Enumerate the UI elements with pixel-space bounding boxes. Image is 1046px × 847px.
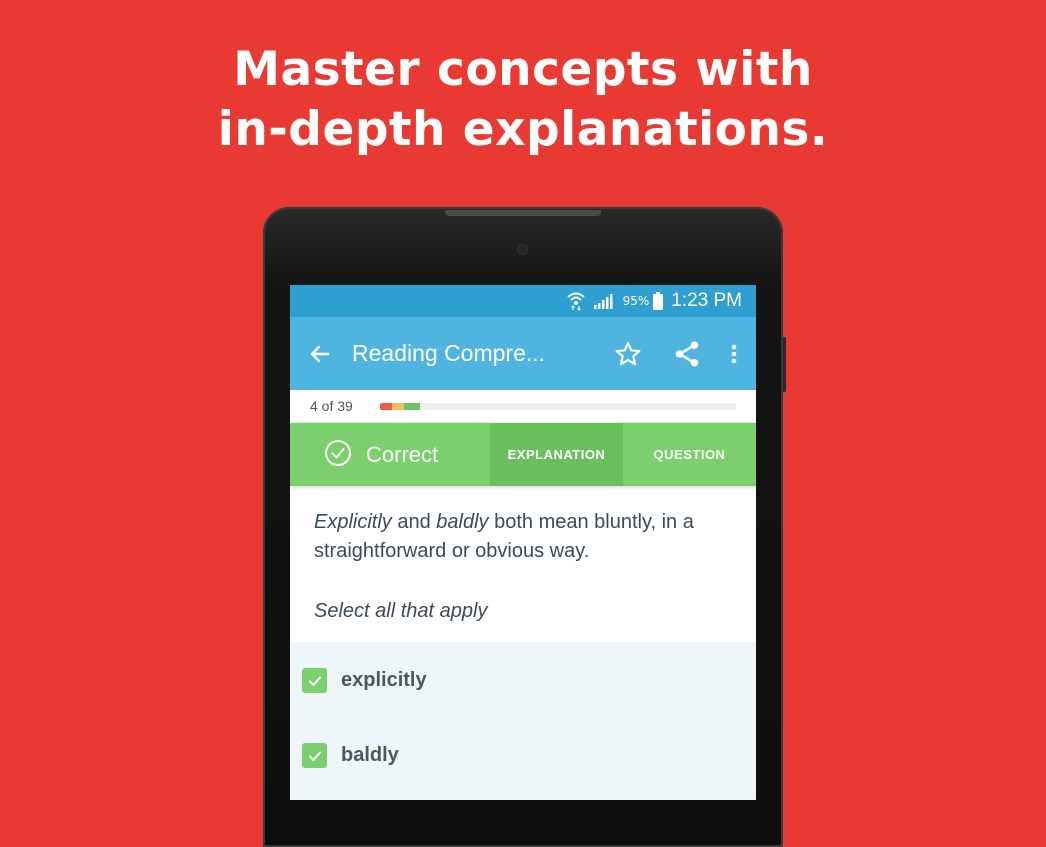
battery-icon <box>653 292 664 310</box>
instruction-text: Select all that apply <box>314 600 488 622</box>
progress-row: 4 of 39 <box>290 390 756 423</box>
tablet-speaker <box>445 210 601 216</box>
wifi-icon <box>566 291 585 311</box>
star-icon[interactable] <box>614 340 642 368</box>
headline-line-1: Master concepts with <box>233 42 813 97</box>
question-word-1: Explicitly <box>314 511 392 533</box>
page-title: Reading Compre... <box>352 340 546 366</box>
app-screen: 95% 1:23 PM Reading Compre... 4 of 39 Co… <box>290 285 756 800</box>
checkbox-checked-icon[interactable] <box>302 668 327 693</box>
progress-segment-partial <box>391 402 404 410</box>
question-content: Explicitly and baldly both mean bluntly,… <box>290 486 756 623</box>
progress-segment-correct <box>411 402 421 410</box>
check-circle-icon <box>324 439 352 471</box>
question-text: Explicitly and baldly both mean bluntly,… <box>314 508 732 566</box>
question-word-2: baldly <box>436 511 489 533</box>
result-status: Correct <box>290 423 490 486</box>
front-camera <box>518 245 527 254</box>
progress-segment-correct <box>403 402 412 410</box>
result-text: Correct <box>366 441 439 467</box>
status-bar: 95% 1:23 PM <box>290 285 756 317</box>
headline: Master concepts with in-depth explanatio… <box>0 40 1046 160</box>
signal-icon <box>593 292 615 310</box>
app-bar: Reading Compre... <box>290 317 756 390</box>
result-bar: Correct EXPLANATION QUESTION <box>290 423 756 486</box>
more-vert-icon[interactable] <box>730 342 738 366</box>
answer-option[interactable]: baldly <box>302 743 399 768</box>
headline-line-2: in-depth explanations. <box>217 102 829 157</box>
battery-percent: 95% <box>622 294 650 308</box>
answer-list: explicitly baldly <box>290 642 756 800</box>
status-time: 1:23 PM <box>671 290 742 311</box>
progress-bar <box>380 402 736 410</box>
answer-label: explicitly <box>341 669 427 691</box>
back-arrow-icon[interactable] <box>308 342 332 366</box>
checkbox-checked-icon[interactable] <box>302 743 327 768</box>
tab-explanation[interactable]: EXPLANATION <box>490 423 623 486</box>
progress-label: 4 of 39 <box>310 398 353 414</box>
tab-question[interactable]: QUESTION <box>623 423 756 486</box>
share-icon[interactable] <box>672 339 702 369</box>
answer-label: baldly <box>341 744 399 766</box>
answer-option[interactable]: explicitly <box>302 668 427 693</box>
volume-button <box>783 337 786 392</box>
question-mid: and <box>391 511 437 533</box>
progress-segment-incorrect <box>380 402 392 410</box>
